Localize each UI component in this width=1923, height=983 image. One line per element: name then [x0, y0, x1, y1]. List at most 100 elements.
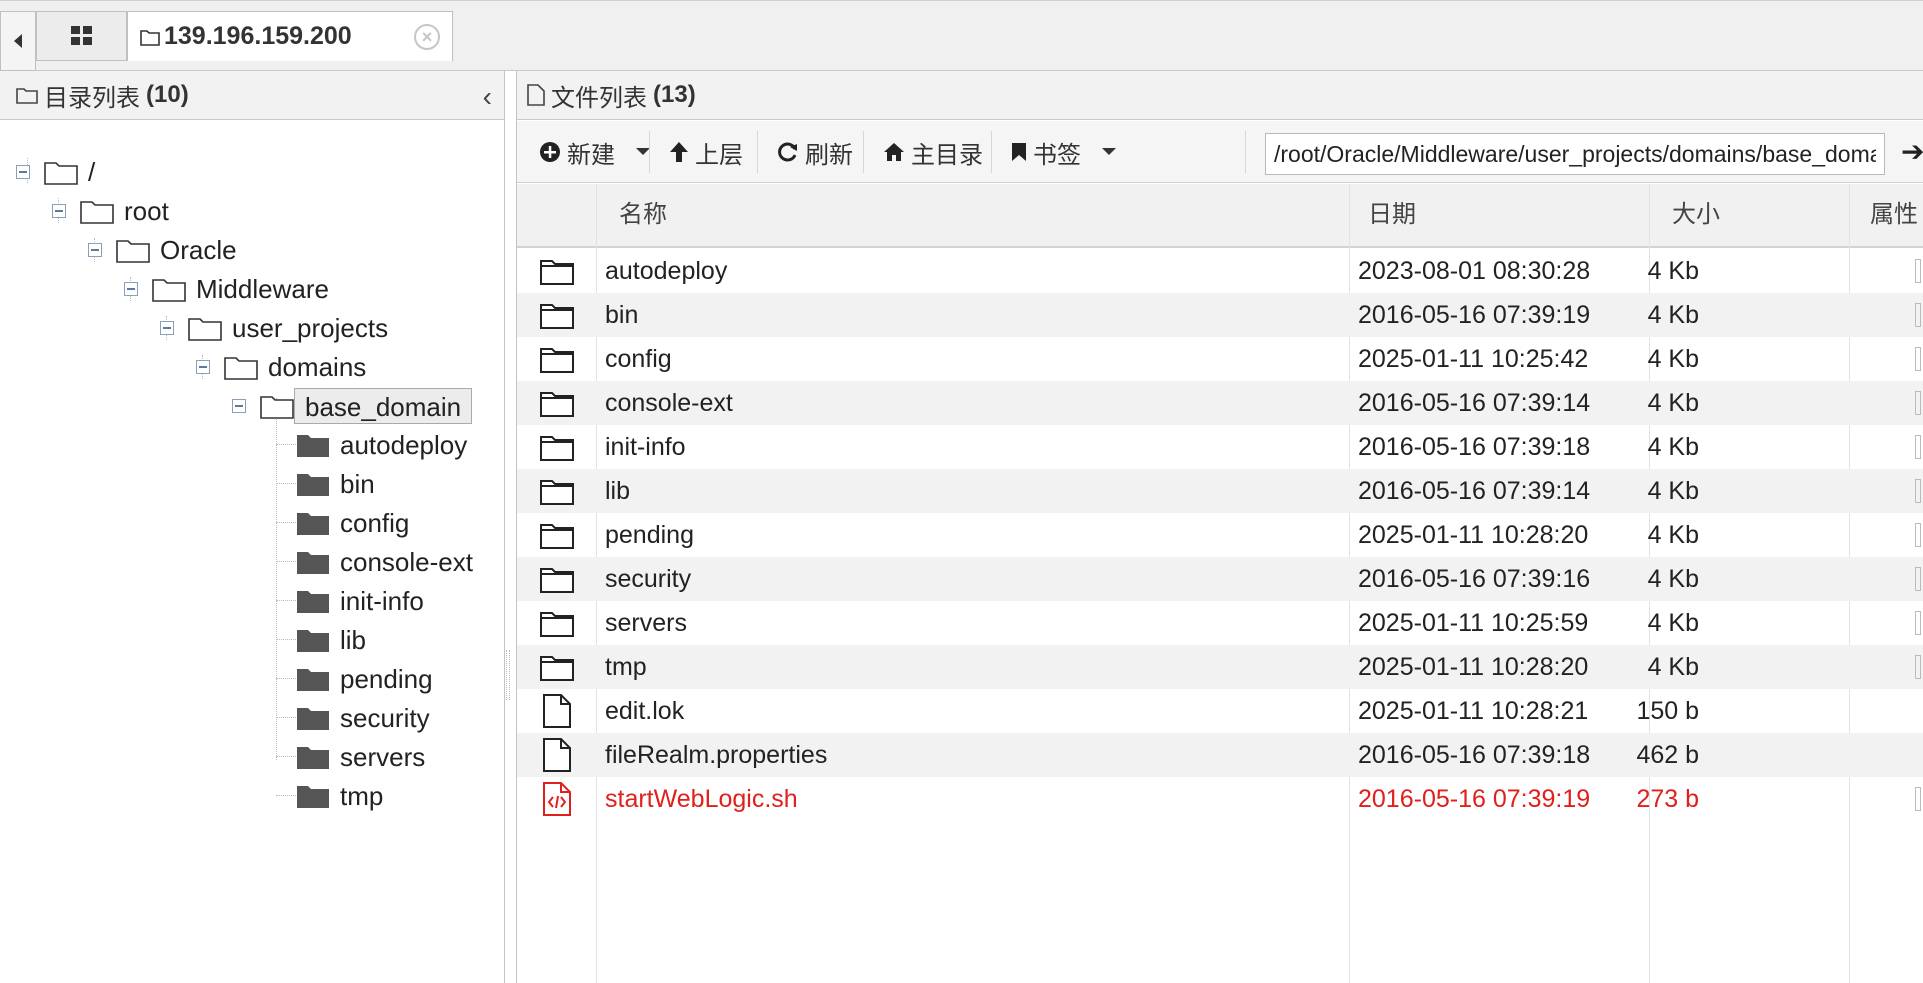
attr-checkbox[interactable]: [1915, 523, 1921, 547]
tree-node-tmp[interactable]: tmp: [296, 778, 393, 814]
file-size: 4 Kb: [1647, 477, 1699, 505]
file-list-title: 文件列表: [551, 84, 647, 112]
tree-toggle-icon[interactable]: [196, 360, 210, 374]
tab-scroll-left-button[interactable]: [0, 11, 36, 71]
column-header-name[interactable]: 名称: [596, 184, 1346, 246]
folder-filled-icon: [297, 630, 329, 652]
tree-node-autodeploy[interactable]: autodeploy: [296, 427, 477, 463]
folder-open-icon: [80, 201, 114, 224]
tree-toggle-icon[interactable]: [88, 243, 102, 257]
tree-node-console-ext[interactable]: console-ext: [296, 544, 483, 580]
file-row[interactable]: edit.lok 2025-01-11 10:28:21 150 b: [517, 689, 1923, 733]
tree-node-root-dir[interactable]: /: [44, 154, 105, 190]
tree-node-label: console-ext: [340, 547, 473, 577]
go-arrow-icon[interactable]: ➔: [1901, 135, 1923, 168]
file-row[interactable]: init-info 2016-05-16 07:39:18 4 Kb: [517, 425, 1923, 469]
tree-node-lib[interactable]: lib: [296, 622, 376, 658]
file-size: 150 b: [1636, 697, 1699, 725]
plus-circle-icon: [540, 142, 560, 162]
tree-node-bin[interactable]: bin: [296, 466, 385, 502]
folder-filled-icon: [297, 513, 329, 535]
tree-node-label: servers: [340, 742, 426, 772]
tree-node-root[interactable]: root: [80, 193, 179, 229]
attr-checkbox[interactable]: [1915, 347, 1921, 371]
file-size: 462 b: [1636, 741, 1699, 769]
attr-checkbox[interactable]: [1915, 567, 1921, 591]
bookmark-icon: [1012, 143, 1026, 161]
folder-filled-icon: [297, 747, 329, 769]
grid-icon: [70, 26, 92, 45]
file-row[interactable]: fileRealm.properties 2016-05-16 07:39:18 4…: [517, 733, 1923, 777]
path-input[interactable]: [1265, 133, 1885, 175]
file-row[interactable]: lib 2016-05-16 07:39:14 4 Kb: [517, 469, 1923, 513]
attr-checkbox[interactable]: [1915, 479, 1921, 503]
tree-toggle-icon[interactable]: [124, 282, 138, 296]
tree-node-label: bin: [340, 469, 375, 499]
tree-node-base-domain[interactable]: base_domain: [260, 388, 473, 424]
tab-host[interactable]: 139.196.159.200 ×: [127, 11, 453, 61]
tree-node-domains[interactable]: domains: [224, 349, 376, 385]
column-header-size[interactable]: 大小: [1649, 184, 1849, 246]
home-button[interactable]: 主目录: [883, 121, 983, 183]
attr-checkbox[interactable]: [1915, 391, 1921, 415]
file-row[interactable]: console-ext 2016-05-16 07:39:14 4 Kb: [517, 381, 1923, 425]
tree-toggle-icon[interactable]: [160, 321, 174, 335]
tree-toggle-icon[interactable]: [52, 204, 66, 218]
attr-checkbox[interactable]: [1915, 611, 1921, 635]
folder-filled-icon: [297, 786, 329, 808]
panel-splitter[interactable]: [506, 650, 510, 700]
file-row[interactable]: bin 2016-05-16 07:39:19 4 Kb: [517, 293, 1923, 337]
file-row[interactable]: servers 2025-01-11 10:25:59 4 Kb: [517, 601, 1923, 645]
file-row[interactable]: autodeploy 2023-08-01 08:30:28 4 Kb: [517, 249, 1923, 293]
attr-checkbox[interactable]: [1915, 303, 1921, 327]
file-size: 4 Kb: [1647, 345, 1699, 373]
file-row[interactable]: tmp 2025-01-11 10:28:20 4 Kb: [517, 645, 1923, 689]
tree-node-label: pending: [340, 664, 433, 694]
new-button-label: 新建: [567, 141, 615, 169]
attr-checkbox[interactable]: [1915, 787, 1921, 811]
file-row[interactable]: config 2025-01-11 10:25:42 4 Kb: [517, 337, 1923, 381]
directory-panel-header: 目录列表 (10) ‹: [0, 71, 504, 120]
tree-node-security[interactable]: security: [296, 700, 440, 736]
up-level-button[interactable]: 上层: [669, 121, 743, 183]
file-size: 4 Kb: [1647, 521, 1699, 549]
new-button[interactable]: 新建: [539, 121, 651, 183]
folder-filled-icon: [297, 435, 329, 457]
tab-bar: 139.196.159.200 ×: [0, 0, 1923, 71]
file-row[interactable]: security 2016-05-16 07:39:16 4 Kb: [517, 557, 1923, 601]
file-size: 4 Kb: [1647, 301, 1699, 329]
tree-node-servers[interactable]: servers: [296, 739, 435, 775]
tree-node-label: user_projects: [232, 313, 389, 343]
tree-node-label: lib: [340, 625, 367, 655]
folder-filled-icon: [297, 552, 329, 574]
collapse-panel-button[interactable]: ‹: [483, 81, 492, 113]
column-header-date[interactable]: 日期: [1349, 184, 1649, 246]
refresh-button[interactable]: 刷新: [777, 121, 853, 183]
tree-node-init-info[interactable]: init-info: [296, 583, 434, 619]
column-header-attr[interactable]: 属性: [1849, 184, 1923, 246]
directory-count: (10): [146, 81, 189, 108]
up-level-label: 上层: [695, 141, 743, 169]
folder-open-icon: [116, 240, 150, 263]
file-table-header: 名称 日期 大小 属性: [517, 184, 1923, 248]
attr-checkbox[interactable]: [1915, 435, 1921, 459]
tree-toggle-icon[interactable]: [232, 399, 246, 413]
file-count: (13): [653, 81, 696, 108]
tree-node-user-projects[interactable]: user_projects: [188, 310, 398, 346]
tree-node-config[interactable]: config: [296, 505, 419, 541]
file-row[interactable]: pending 2025-01-11 10:28:20 4 Kb: [517, 513, 1923, 557]
attr-checkbox[interactable]: [1915, 259, 1921, 283]
tree-node-label: domains: [268, 352, 367, 382]
tab-dashboard[interactable]: [36, 11, 127, 61]
file-row[interactable]: startWebLogic.sh 2016-05-16 07:39:19 273 b: [517, 777, 1923, 821]
tree-node-pending[interactable]: pending: [296, 661, 443, 697]
tree-node-middleware[interactable]: Middleware: [152, 271, 339, 307]
tree-toggle-icon[interactable]: [16, 165, 30, 179]
file-icon: [527, 84, 545, 106]
bookmark-button[interactable]: 书签: [1011, 121, 1117, 183]
tree-node-oracle[interactable]: Oracle: [116, 232, 247, 268]
tree-node-label: init-info: [340, 586, 424, 616]
refresh-label: 刷新: [805, 141, 853, 169]
close-tab-icon[interactable]: ×: [414, 24, 440, 50]
attr-checkbox[interactable]: [1915, 655, 1921, 679]
